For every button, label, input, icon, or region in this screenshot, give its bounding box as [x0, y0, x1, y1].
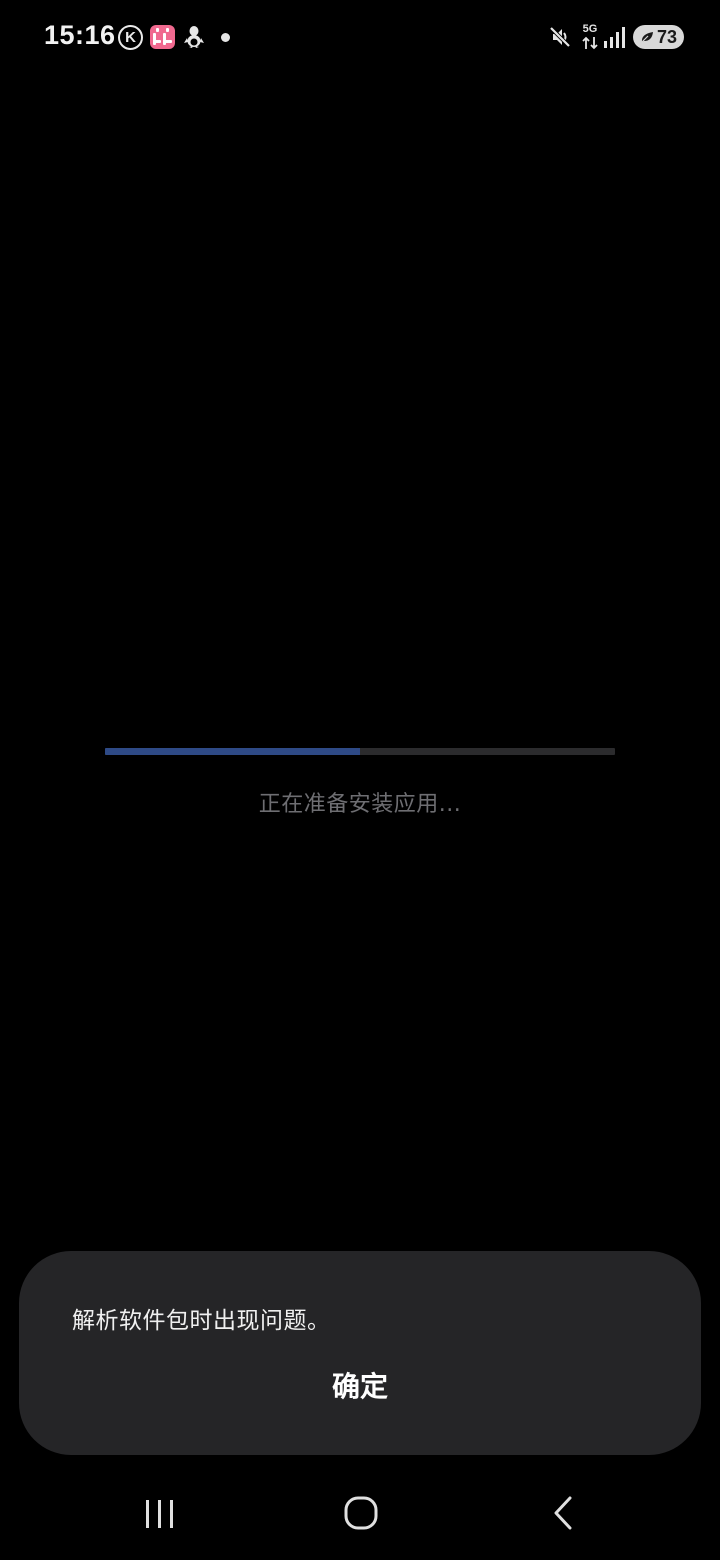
mute-icon	[549, 26, 571, 48]
battery-saver-leaf-icon	[640, 32, 653, 43]
home-icon[interactable]	[340, 1492, 382, 1534]
5g-data-icon: 5G	[580, 23, 600, 51]
bilibili-icon	[150, 25, 175, 49]
install-progress-fill	[105, 748, 360, 755]
battery-level: 73	[657, 27, 678, 47]
status-time: 15:16	[44, 20, 116, 50]
notification-dot-icon	[221, 33, 230, 42]
error-dialog: 解析软件包时出现问题。 确定	[19, 1251, 701, 1455]
install-status-text: 正在准备安装应用...	[258, 792, 462, 817]
k-circle-icon: K	[118, 25, 143, 50]
penguin-icon	[184, 26, 204, 48]
recent-apps-icon[interactable]	[140, 1492, 180, 1534]
back-icon[interactable]	[543, 1492, 583, 1534]
dialog-message: 解析软件包时出现问题。	[72, 1308, 331, 1334]
battery-indicator: 73	[633, 25, 684, 49]
ok-button[interactable]: 确定	[260, 1359, 460, 1415]
install-progress-bar	[105, 748, 615, 755]
status-bar: 15:16 K 5G 73	[0, 0, 720, 76]
signal-icon	[604, 27, 625, 48]
